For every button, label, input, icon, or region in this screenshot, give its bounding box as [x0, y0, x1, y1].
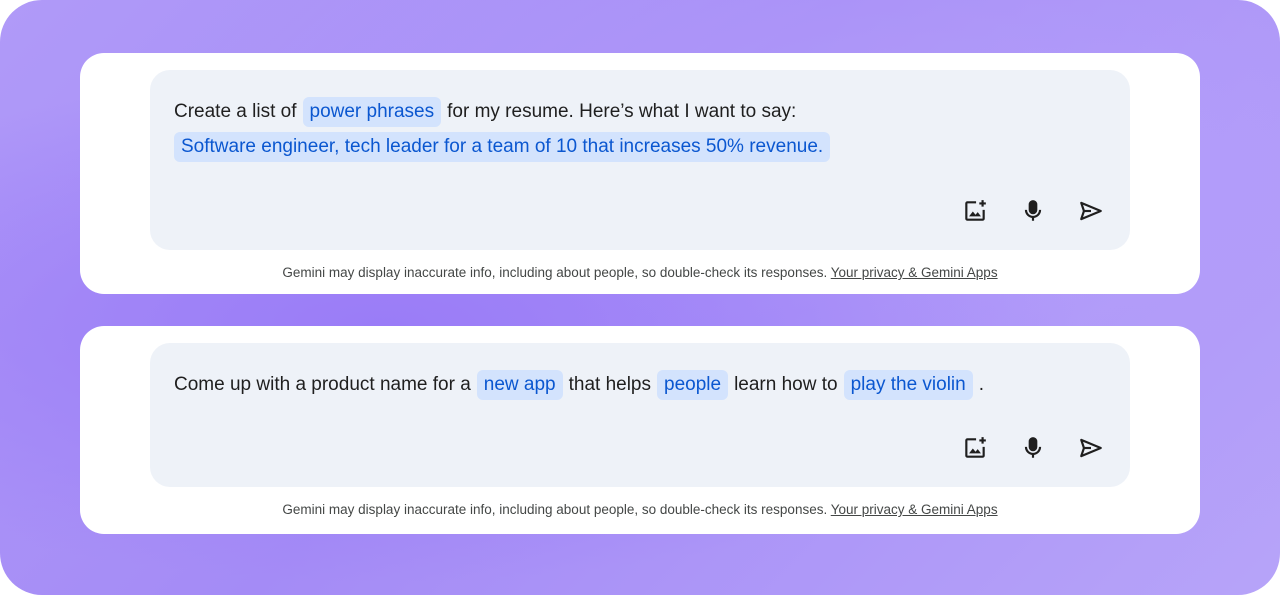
- microphone-button[interactable]: [1016, 194, 1050, 228]
- prompt-text[interactable]: Create a list of power phrases for my re…: [174, 94, 1090, 164]
- prompt-card-1: Create a list of power phrases for my re…: [80, 53, 1200, 294]
- add-image-icon: [965, 200, 986, 221]
- disclaimer-text: Gemini may display inaccurate info, incl…: [282, 502, 828, 517]
- prompt-actions: [958, 431, 1108, 465]
- add-image-button[interactable]: [958, 194, 992, 228]
- privacy-link[interactable]: Your privacy & Gemini Apps: [831, 265, 998, 280]
- prompt-line: Create a list of power phrases for my re…: [174, 94, 1090, 129]
- prompt-card-2: Come up with a product name for a new ap…: [80, 326, 1200, 534]
- disclaimer: Gemini may display inaccurate info, incl…: [80, 265, 1200, 280]
- prompt-text-segment: learn how to: [734, 374, 838, 395]
- disclaimer: Gemini may display inaccurate info, incl…: [80, 502, 1200, 517]
- prompt-text[interactable]: Come up with a product name for a new ap…: [174, 367, 1090, 402]
- prompt-text-segment: Come up with a product name for a: [174, 374, 471, 395]
- privacy-link[interactable]: Your privacy & Gemini Apps: [831, 502, 998, 517]
- prompt-actions: [958, 194, 1108, 228]
- send-icon: [1080, 201, 1102, 221]
- send-icon: [1080, 438, 1102, 458]
- background: Create a list of power phrases for my re…: [0, 0, 1280, 595]
- prompt-line: Come up with a product name for a new ap…: [174, 367, 1090, 402]
- microphone-button[interactable]: [1016, 431, 1050, 465]
- prompt-chip[interactable]: Software engineer, tech leader for a tea…: [174, 131, 831, 162]
- send-button[interactable]: [1074, 431, 1108, 465]
- prompt-text-segment: .: [978, 374, 984, 395]
- prompt-line: Software engineer, tech leader for a tea…: [174, 129, 1090, 164]
- prompt-input-box[interactable]: Create a list of power phrases for my re…: [150, 70, 1130, 250]
- microphone-icon: [1024, 200, 1042, 221]
- prompt-chip[interactable]: people: [657, 369, 729, 400]
- prompt-input-box[interactable]: Come up with a product name for a new ap…: [150, 343, 1130, 487]
- prompt-chip[interactable]: play the violin: [843, 369, 973, 400]
- send-button[interactable]: [1074, 194, 1108, 228]
- add-image-button[interactable]: [958, 431, 992, 465]
- prompt-text-segment: Create a list of: [174, 101, 297, 122]
- microphone-icon: [1024, 437, 1042, 458]
- prompt-text-segment: for my resume. Here’s what I want to say…: [447, 101, 797, 122]
- disclaimer-text: Gemini may display inaccurate info, incl…: [282, 265, 828, 280]
- prompt-chip[interactable]: new app: [476, 369, 563, 400]
- prompt-chip[interactable]: power phrases: [302, 96, 442, 127]
- prompt-text-segment: that helps: [568, 374, 652, 395]
- add-image-icon: [965, 437, 986, 458]
